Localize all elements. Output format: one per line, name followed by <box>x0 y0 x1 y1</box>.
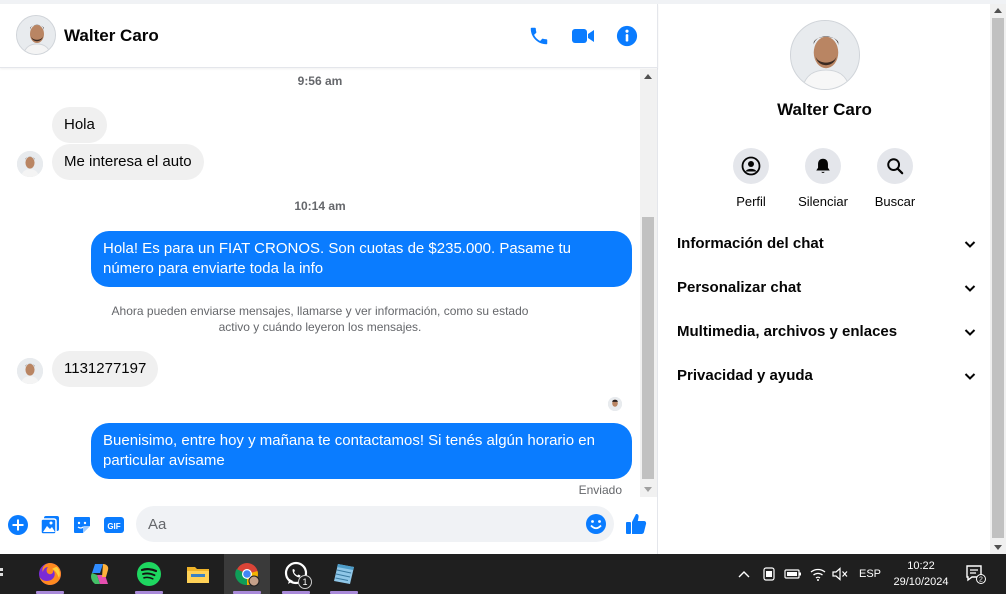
emoji-icon[interactable] <box>585 513 607 535</box>
device-icon[interactable] <box>760 554 778 594</box>
contact-avatar-small[interactable] <box>17 151 43 177</box>
seen-indicator-avatar <box>608 397 622 411</box>
section-label: Información del chat <box>677 235 824 252</box>
message-outgoing[interactable]: Hola! Es para un FIAT CRONOS. Son cuotas… <box>91 231 632 287</box>
spotify-icon[interactable] <box>129 554 169 594</box>
chevron-down-icon <box>963 237 977 255</box>
mute-button[interactable]: Silenciar <box>783 148 863 209</box>
video-icon[interactable] <box>570 23 596 49</box>
contact-name-large: Walter Caro <box>777 100 872 119</box>
message-outgoing[interactable]: Buenisimo, entre hoy y mañana te contact… <box>91 423 632 479</box>
message-input[interactable] <box>136 506 614 542</box>
info-icon[interactable] <box>614 23 640 49</box>
mute-label: Silenciar <box>798 194 848 209</box>
search-icon <box>877 148 913 184</box>
scroll-up-arrow[interactable] <box>994 8 1002 13</box>
message-list: 9:56 am Hola Me interesa el auto 10:14 a… <box>0 69 640 497</box>
language-indicator[interactable]: ESP <box>856 554 884 594</box>
scroll-down-arrow[interactable] <box>644 487 652 492</box>
scroll-thumb[interactable] <box>992 18 1004 538</box>
search-button[interactable]: Buscar <box>855 148 935 209</box>
message-incoming[interactable]: Hola <box>52 107 107 143</box>
chrome-icon[interactable] <box>224 554 270 594</box>
sticker-icon[interactable] <box>71 514 93 536</box>
svg-text:GIF: GIF <box>107 522 120 531</box>
scroll-up-arrow[interactable] <box>644 74 652 79</box>
notification-center-icon[interactable]: 2 <box>960 554 990 594</box>
section-label: Privacidad y ayuda <box>677 367 813 384</box>
section-customize-chat[interactable]: Personalizar chat <box>677 279 977 303</box>
chat-pane: Walter Caro 9:56 am Hola Me interesa el … <box>0 4 658 554</box>
timestamp: 10:14 am <box>294 199 346 213</box>
wifi-icon[interactable] <box>808 554 828 594</box>
file-explorer-icon[interactable] <box>178 554 218 594</box>
profile-icon <box>733 148 769 184</box>
profile-label: Perfil <box>736 194 766 209</box>
task-view-icon[interactable] <box>0 554 12 594</box>
search-label: Buscar <box>874 194 916 209</box>
contact-avatar[interactable] <box>16 15 56 55</box>
chat-header: Walter Caro <box>0 4 658 68</box>
bell-icon <box>805 148 841 184</box>
notes-app-icon[interactable] <box>324 554 364 594</box>
chevron-down-icon <box>963 369 977 387</box>
scroll-thumb[interactable] <box>642 217 654 479</box>
messenger-window: Walter Caro 9:56 am Hola Me interesa el … <box>0 0 1006 594</box>
section-label: Multimedia, archivos y enlaces <box>677 323 898 340</box>
add-icon[interactable] <box>7 514 29 536</box>
notification-badge: 1 <box>298 575 312 589</box>
composer: GIF <box>0 504 658 554</box>
profile-button[interactable]: Perfil <box>711 148 791 209</box>
section-privacy-help[interactable]: Privacidad y ayuda <box>677 367 977 391</box>
contact-name[interactable]: Walter Caro <box>64 26 159 46</box>
chevron-down-icon <box>963 325 977 343</box>
chevron-down-icon <box>963 281 977 299</box>
contact-avatar-small[interactable] <box>17 358 43 384</box>
volume-muted-icon[interactable] <box>830 554 850 594</box>
thumbs-up-icon[interactable] <box>624 512 650 538</box>
conversation-info-panel: Walter Caro Perfil Silenciar Buscar Info… <box>659 4 990 554</box>
message-incoming[interactable]: 1131277197 <box>52 351 159 387</box>
sent-status: Enviado <box>578 483 622 497</box>
section-media-files-links[interactable]: Multimedia, archivos y enlaces <box>677 323 977 347</box>
windows-taskbar: 1 ESP 10:22 29/10/2024 2 <box>0 554 1006 594</box>
chat-scrollbar[interactable] <box>640 69 657 497</box>
section-chat-info[interactable]: Información del chat <box>677 235 977 259</box>
chevron-up-icon[interactable] <box>736 554 752 594</box>
clock-time: 10:22 <box>907 560 935 572</box>
photo-icon[interactable] <box>39 514 61 536</box>
page-scrollbar[interactable] <box>990 4 1006 554</box>
firefox-icon[interactable] <box>30 554 70 594</box>
gif-icon[interactable]: GIF <box>103 514 125 536</box>
scroll-down-arrow[interactable] <box>994 545 1002 550</box>
system-clock[interactable]: 10:22 29/10/2024 <box>886 558 956 590</box>
phone-icon[interactable] <box>526 23 552 49</box>
section-label: Personalizar chat <box>677 279 802 296</box>
message-incoming[interactable]: Me interesa el auto <box>52 144 204 180</box>
system-notice: Ahora pueden enviarse mensajes, llamarse… <box>111 304 529 334</box>
clock-date: 29/10/2024 <box>893 576 949 588</box>
contact-avatar-large[interactable] <box>790 20 860 90</box>
whatsapp-icon[interactable]: 1 <box>276 554 316 594</box>
copilot-icon[interactable] <box>80 554 120 594</box>
timestamp: 9:56 am <box>297 74 343 88</box>
notification-count: 2 <box>979 577 983 584</box>
battery-icon[interactable] <box>783 554 803 594</box>
